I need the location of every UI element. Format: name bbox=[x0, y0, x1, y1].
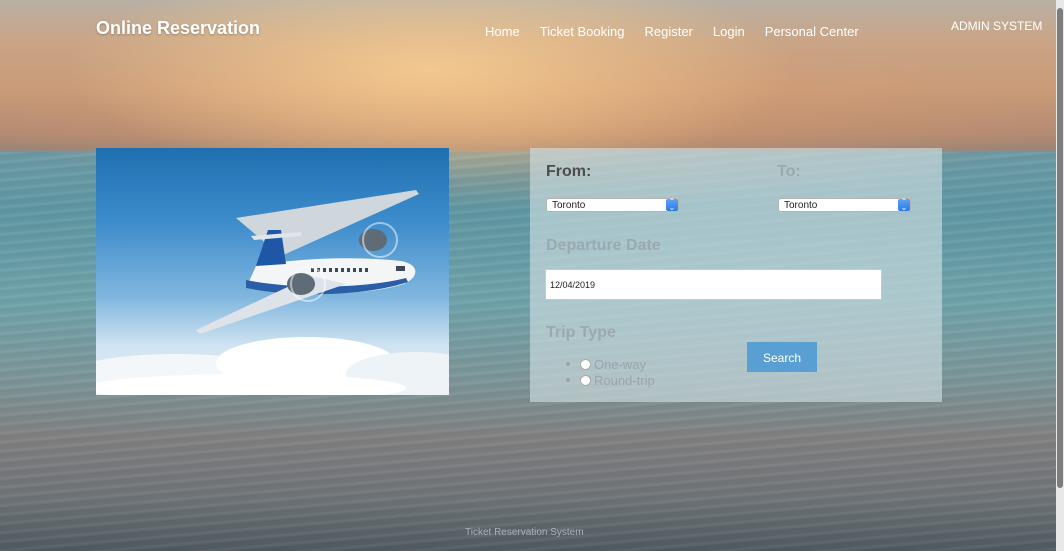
updown-chevron-icon: ⌃ ⌄ bbox=[666, 198, 678, 212]
updown-chevron-icon: ⌃ ⌄ bbox=[898, 198, 910, 212]
to-select-value: Toronto bbox=[784, 200, 818, 211]
one-way-radio[interactable] bbox=[580, 358, 591, 370]
airplane-photo bbox=[96, 148, 449, 395]
round-trip-label: Round-trip bbox=[594, 372, 655, 388]
nav-home[interactable]: Home bbox=[485, 24, 520, 39]
admin-system-link[interactable]: ADMIN SYSTEM bbox=[951, 19, 1042, 33]
nav-ticket-booking[interactable]: Ticket Booking bbox=[540, 24, 625, 39]
to-label: To: bbox=[777, 163, 801, 180]
departure-date-input[interactable] bbox=[545, 269, 882, 300]
bullet bbox=[566, 362, 570, 366]
from-select[interactable]: Toronto ⌃ ⌄ bbox=[546, 198, 679, 212]
footer-text: Ticket Reservation System bbox=[465, 527, 584, 538]
to-select[interactable]: Toronto ⌃ ⌄ bbox=[778, 198, 911, 212]
trip-type-options: One-way Round-trip bbox=[566, 356, 655, 388]
search-button[interactable]: Search bbox=[747, 342, 817, 372]
nav-login[interactable]: Login bbox=[713, 24, 745, 39]
nav-register[interactable]: Register bbox=[644, 24, 692, 39]
scrollbar[interactable] bbox=[1056, 0, 1064, 551]
departure-date-label: Departure Date bbox=[546, 237, 661, 254]
main-nav: Home Ticket Booking Register Login Perso… bbox=[485, 24, 879, 39]
from-select-value: Toronto bbox=[552, 200, 586, 211]
round-trip-radio[interactable] bbox=[580, 374, 591, 386]
trip-type-label: Trip Type bbox=[546, 324, 616, 341]
one-way-label: One-way bbox=[594, 356, 647, 372]
brand-title[interactable]: Online Reservation bbox=[96, 18, 260, 39]
from-label: From: bbox=[546, 163, 592, 180]
trip-option-one-way[interactable]: One-way bbox=[566, 356, 655, 372]
bullet bbox=[566, 378, 570, 382]
scrollbar-thumb[interactable] bbox=[1057, 8, 1063, 488]
trip-option-round-trip[interactable]: Round-trip bbox=[566, 372, 655, 388]
nav-personal-center[interactable]: Personal Center bbox=[765, 24, 859, 39]
airplane-illustration bbox=[96, 190, 449, 395]
